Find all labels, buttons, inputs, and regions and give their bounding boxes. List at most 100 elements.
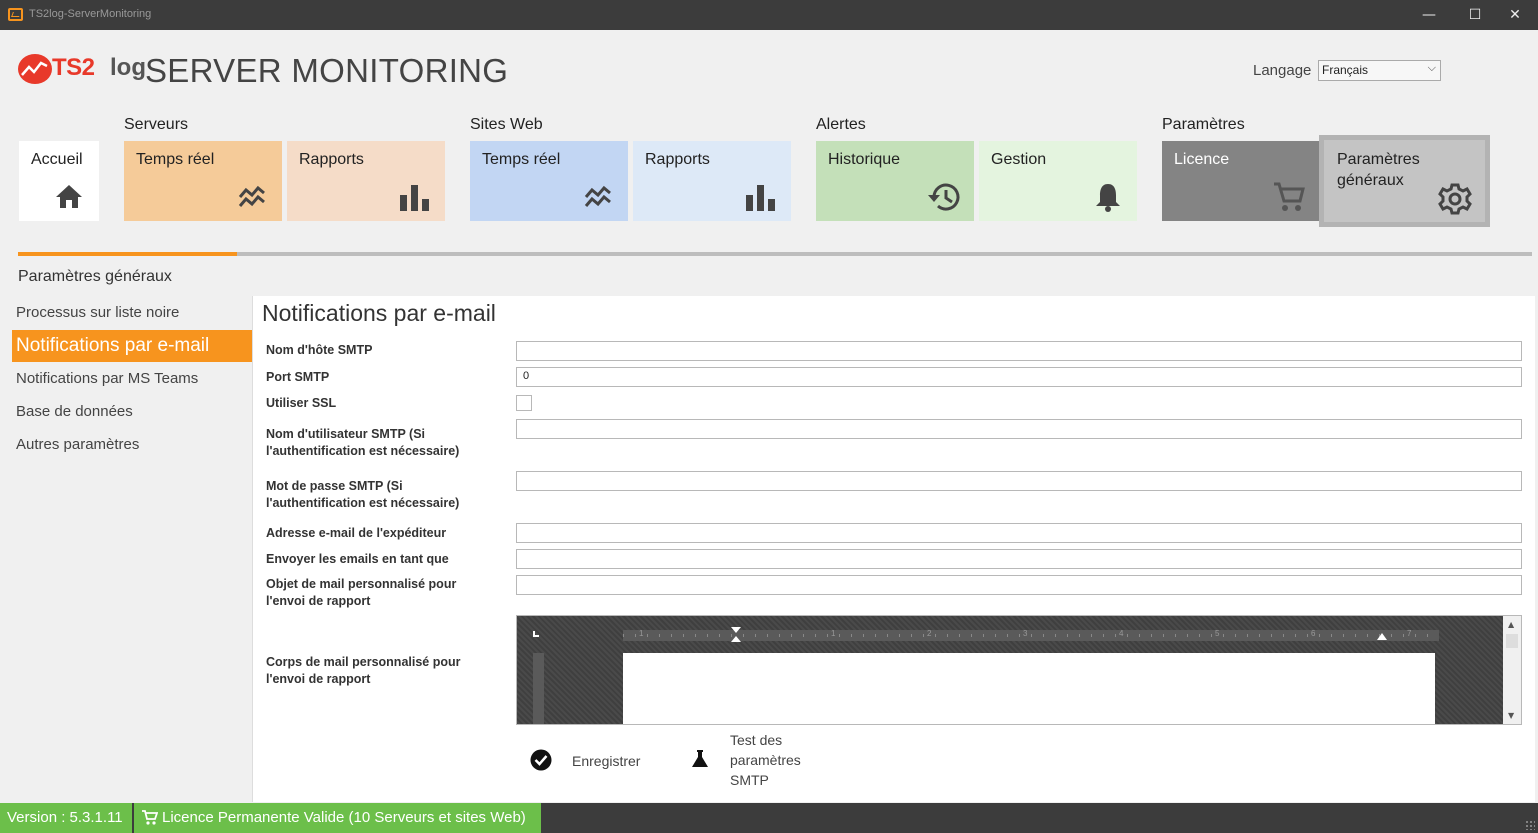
tile-home-label: Accueil [31, 151, 83, 168]
tile-license[interactable]: Licence [1162, 141, 1320, 221]
group-label-alerts: Alertes [816, 116, 866, 133]
bell-icon [1096, 184, 1120, 212]
shopping-cart-icon [1274, 182, 1305, 211]
check-circle-icon[interactable] [530, 749, 552, 771]
use-ssl-label: Utiliser SSL [266, 396, 337, 410]
ruler-number: 1 [639, 629, 644, 638]
logo-text-ts2: TS2 [52, 54, 95, 81]
tile-web-reports[interactable]: Rapports [633, 141, 791, 221]
section-title: Paramètres généraux [18, 268, 172, 285]
realtime-chart-icon [584, 185, 611, 207]
sender-email-input[interactable] [516, 523, 1522, 543]
resize-grip[interactable] [1525, 820, 1535, 830]
language-select[interactable]: Français ⌵ [1318, 60, 1441, 81]
language-value: Français [1322, 63, 1369, 77]
vertical-ruler [533, 653, 544, 724]
group-label-websites: Sites Web [470, 116, 543, 133]
title-bar: TS2log-ServerMonitoring — ☐ ✕ [0, 0, 1538, 30]
sender-email-label: Adresse e-mail de l'expéditeur [266, 526, 447, 540]
tile-alerts-management[interactable]: Gestion [979, 141, 1137, 221]
editor-scrollbar[interactable]: ▲ ▼ [1503, 616, 1521, 724]
tile-servers-realtime[interactable]: Temps réel [124, 141, 282, 221]
smtp-user-input[interactable] [516, 419, 1522, 439]
scroll-thumb[interactable] [1506, 634, 1518, 648]
status-bar: Version : 5.3.1.11 Licence Permanente Va… [0, 803, 1538, 833]
app-title: SERVER MONITORING [145, 52, 509, 89]
horizontal-ruler[interactable]: 1 1 2 3 4 5 6 7 [623, 629, 1439, 641]
close-button[interactable]: ✕ [1492, 0, 1538, 30]
mail-body-editor[interactable]: 1 1 2 3 4 5 6 7 ▲ ▼ [516, 615, 1522, 725]
smtp-port-input[interactable]: 0 [516, 367, 1522, 387]
tile-general-settings[interactable]: Paramètres généraux [1319, 135, 1490, 227]
history-icon [928, 183, 960, 211]
version-label: Version : 5.3.1.11 [0, 803, 132, 833]
smtp-pass-input[interactable] [516, 471, 1522, 491]
tile-alerts-history[interactable]: Historique [816, 141, 974, 221]
nav-item-database[interactable]: Base de données [12, 396, 252, 428]
right-indent-marker[interactable] [1377, 633, 1387, 640]
tile-general-settings-label: Paramètres généraux [1337, 151, 1420, 189]
smtp-port-label: Port SMTP [266, 370, 330, 384]
tile-license-label: Licence [1174, 151, 1230, 168]
smtp-host-label: Nom d'hôte SMTP [266, 343, 373, 357]
tile-servers-reports[interactable]: Rapports [287, 141, 445, 221]
license-status-text: Licence Permanente Valide (10 Serveurs e… [162, 809, 526, 826]
nav-item-other-settings[interactable]: Autres paramètres [12, 429, 252, 461]
progress-track [18, 252, 1532, 256]
ruler-number: 6 [1311, 629, 1316, 638]
flask-icon[interactable] [690, 749, 710, 769]
logo-text-log: log [110, 54, 146, 81]
tile-alerts-management-label: Gestion [991, 151, 1047, 168]
smtp-pass-label: Mot de passe SMTP (Si l'authentification … [266, 479, 460, 510]
nav-item-email-notifications[interactable]: Notifications par e-mail [12, 330, 252, 362]
use-ssl-checkbox[interactable] [516, 395, 532, 411]
ruler-number: 2 [927, 629, 932, 638]
bar-chart-icon [746, 185, 775, 211]
ruler-number: 3 [1023, 629, 1028, 638]
tile-web-realtime[interactable]: Temps réel [470, 141, 628, 221]
scroll-down-icon[interactable]: ▼ [1508, 711, 1514, 720]
tile-web-reports-label: Rapports [645, 151, 710, 168]
content-panel: Notifications par e-mail Nom d'hôte SMTP… [252, 296, 1535, 802]
ruler-ticks [623, 634, 1439, 637]
shopping-cart-icon [142, 810, 158, 825]
gear-icon [1438, 183, 1472, 215]
tile-web-realtime-label: Temps réel [482, 151, 561, 168]
progress-indicator [18, 252, 237, 256]
bar-chart-icon [400, 185, 429, 211]
editor-page[interactable] [623, 653, 1435, 724]
smtp-host-input[interactable] [516, 341, 1522, 361]
license-status: Licence Permanente Valide (10 Serveurs e… [134, 803, 541, 833]
form-title: Notifications par e-mail [262, 300, 496, 326]
logo-chart-icon [18, 54, 52, 84]
send-as-label: Envoyer les emails en tant que [266, 552, 449, 566]
smtp-user-label: Nom d'utilisateur SMTP (Si l'authentifica… [266, 427, 460, 458]
language-label: Langage [1253, 62, 1312, 79]
app-icon [8, 8, 23, 21]
ruler-number: 7 [1407, 629, 1412, 638]
ruler-number: 1 [831, 629, 836, 638]
save-button[interactable]: Enregistrer [572, 751, 640, 771]
tile-alerts-history-label: Historique [828, 151, 901, 168]
ruler-number: 4 [1119, 629, 1124, 638]
left-indent-marker[interactable] [731, 636, 741, 642]
minimize-button[interactable]: — [1406, 0, 1452, 30]
ruler-number: 5 [1215, 629, 1220, 638]
tile-home[interactable]: Accueil [19, 141, 99, 221]
scroll-up-icon[interactable]: ▲ [1508, 620, 1514, 629]
home-icon [56, 185, 82, 208]
first-line-indent-marker[interactable] [731, 627, 741, 633]
nav-item-blacklist[interactable]: Processus sur liste noire [12, 297, 252, 329]
chevron-down-icon: ⌵ [1427, 62, 1436, 74]
group-label-servers: Serveurs [124, 116, 189, 133]
test-smtp-button[interactable]: Test des paramètres SMTP [730, 730, 801, 790]
tile-servers-realtime-label: Temps réel [136, 151, 215, 168]
mail-subject-input[interactable] [516, 575, 1522, 595]
nav-item-teams-notifications[interactable]: Notifications par MS Teams [12, 363, 252, 395]
mail-subject-label: Objet de mail personnalisé pour l'envoi d… [266, 577, 457, 608]
mail-body-label: Corps de mail personnalisé pour l'envoi d… [266, 655, 461, 686]
window-title: TS2log-ServerMonitoring [29, 8, 152, 20]
send-as-input[interactable] [516, 549, 1522, 569]
tile-servers-reports-label: Rapports [299, 151, 364, 168]
realtime-chart-icon [238, 185, 265, 207]
